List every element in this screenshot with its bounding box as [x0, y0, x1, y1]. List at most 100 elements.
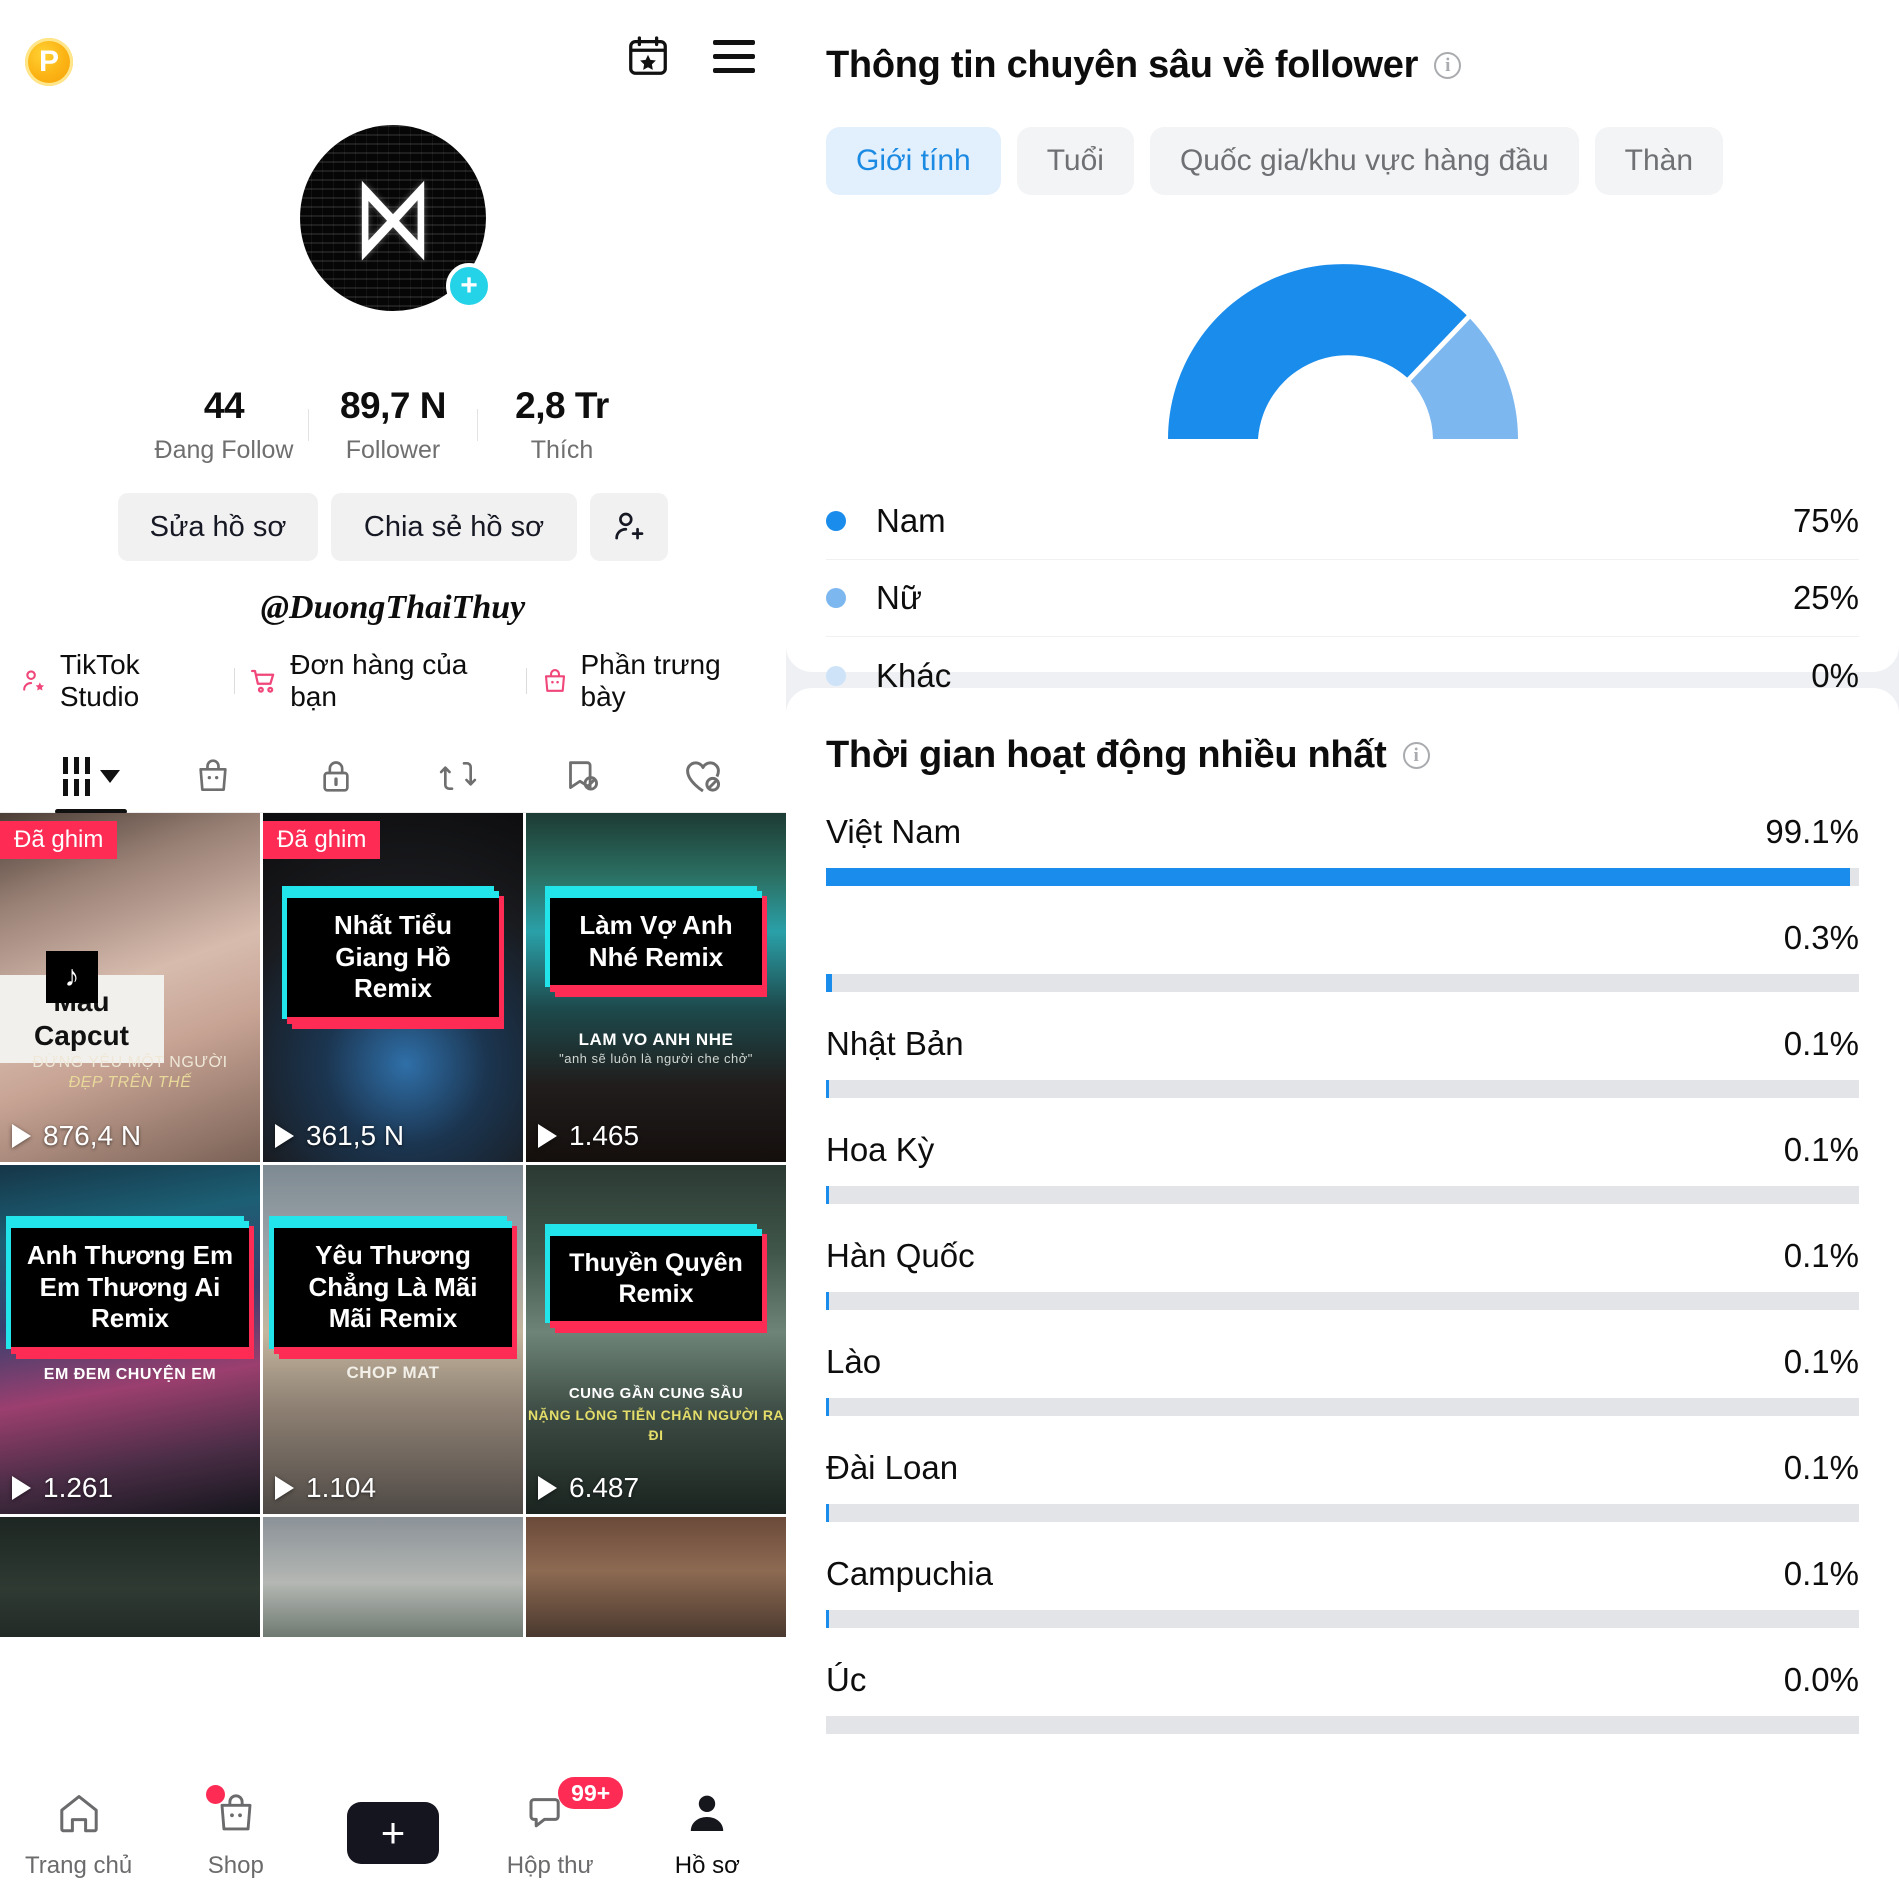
- tab-gender[interactable]: Giới tính: [826, 127, 1001, 195]
- nav-label: Hồ sơ: [674, 1851, 740, 1879]
- video-title: Làm Vợ Anh Nhé Remix: [550, 891, 762, 993]
- tab-top-countries[interactable]: Quốc gia/khu vực hàng đầu: [1149, 127, 1579, 195]
- video-thumbnail[interactable]: Đã ghim ♪ Mẫu Capcut ĐỪNG YÊU MỘT NGƯỜI …: [0, 813, 260, 1162]
- gauge-slice-nam: [1167, 264, 1467, 439]
- video-thumbnail[interactable]: [263, 1517, 523, 1637]
- add-friend-button[interactable]: [590, 493, 668, 561]
- bookmark-hidden-icon: [568, 761, 598, 791]
- legend-dot: [826, 588, 846, 608]
- stat-following[interactable]: 44 Đang Follow: [140, 385, 308, 465]
- legend-item-nu: Nữ 25%: [826, 560, 1859, 637]
- country-value: 0.1%: [1783, 1131, 1859, 1168]
- bar-track: [826, 1504, 1859, 1522]
- link-your-orders[interactable]: Đơn hàng của bạn: [235, 649, 525, 713]
- share-profile-button[interactable]: Chia sẻ hồ sơ: [331, 493, 577, 561]
- link-tiktok-studio[interactable]: TikTok Studio: [6, 649, 234, 713]
- stat-label: Follower: [345, 436, 441, 464]
- country-row: 0.3%: [826, 919, 1859, 992]
- country-row: Việt Nam 99.1%: [826, 813, 1859, 886]
- view-count-value: 6.487: [569, 1472, 640, 1503]
- profile-handle[interactable]: @DuongThaiThuy: [0, 589, 786, 627]
- tab-private[interactable]: [293, 740, 379, 812]
- tab-shop[interactable]: [170, 740, 256, 812]
- analytics-panel: Thông tin chuyên sâu về follower i Giới …: [786, 0, 1899, 1899]
- country-value: 0.3%: [1783, 919, 1859, 956]
- video-thumbnail[interactable]: Làm Vợ Anh Nhé Remix LAM VO ANH NHE "anh…: [526, 813, 786, 1162]
- bar-track: [826, 1080, 1859, 1098]
- profile-actions: Sửa hồ sơ Chia sẻ hồ sơ: [0, 493, 786, 561]
- tab-repost[interactable]: [415, 740, 501, 812]
- country-value: 0.0%: [1783, 1661, 1859, 1698]
- country-row: Đài Loan 0.1%: [826, 1449, 1859, 1522]
- link-label: Phần trưng bày: [580, 649, 721, 712]
- nav-item-create[interactable]: +: [318, 1802, 468, 1864]
- avatar[interactable]: ⋈ +: [300, 125, 492, 311]
- thumbnail-image: [0, 1517, 260, 1637]
- profile-quick-links: TikTok Studio Đơn hàng của bạn Phần trưn…: [0, 649, 786, 713]
- info-circle-icon[interactable]: i: [1434, 52, 1462, 79]
- thumbnail-image: [526, 1517, 786, 1637]
- tab-age[interactable]: Tuổi: [1016, 127, 1134, 195]
- video-thumbnail[interactable]: [526, 1517, 786, 1637]
- legend-label: Nữ: [876, 579, 922, 616]
- legend-value: 75%: [1792, 502, 1859, 539]
- nav-item-inbox[interactable]: 99+ Hộp thư: [475, 1776, 625, 1880]
- gender-legend: Nam 75% Nữ 25% Khác 0%: [826, 483, 1859, 714]
- thumbnail-image: [526, 1165, 786, 1514]
- bar-fill: [826, 868, 1850, 886]
- topbar-actions: [622, 30, 760, 82]
- bar-fill: [826, 1292, 829, 1310]
- activity-title: Thời gian hoạt động nhiều nhất i: [826, 734, 1859, 777]
- nav-item-profile[interactable]: Hồ sơ: [632, 1787, 782, 1880]
- sidebar-item-grid-tab[interactable]: [48, 740, 134, 814]
- info-circle-icon[interactable]: i: [1402, 742, 1430, 769]
- coin-badge-icon[interactable]: P: [25, 38, 73, 86]
- video-thumbnail[interactable]: [0, 1517, 260, 1637]
- home-icon: [55, 1787, 103, 1839]
- bar-fill: [826, 1080, 829, 1098]
- tab-saved[interactable]: [538, 740, 624, 812]
- bar-fill: [826, 1610, 829, 1628]
- bar-track: [826, 1716, 1859, 1734]
- profile-stats: 44 Đang Follow 89,7 N Follower 2,8 Tr Th…: [0, 385, 786, 465]
- video-subcaption: EM ĐEM CHUYỆN EM: [43, 1366, 217, 1383]
- create-plus-icon[interactable]: +: [338, 1802, 447, 1864]
- legend-label: Nam: [876, 502, 946, 539]
- notification-dot: [205, 1784, 225, 1804]
- calendar-star-icon[interactable]: [622, 30, 674, 82]
- country-value: 0.1%: [1783, 1555, 1859, 1592]
- country-row: Hàn Quốc 0.1%: [826, 1237, 1859, 1310]
- view-count-value: 361,5 N: [306, 1120, 405, 1151]
- tab-cities[interactable]: Thàn: [1594, 127, 1724, 195]
- view-count: 876,4 N: [12, 1120, 141, 1152]
- video-thumbnail[interactable]: Thuyền Quyên Remix CUNG GẦN CUNG SẦU NẶN…: [526, 1165, 786, 1514]
- country-value: 0.1%: [1783, 1237, 1859, 1274]
- edit-profile-button[interactable]: Sửa hồ sơ: [118, 493, 318, 561]
- bar-track: [826, 974, 1859, 992]
- shopping-bag-icon: [199, 759, 228, 791]
- play-icon: [538, 1476, 557, 1500]
- video-title: Anh Thương Em Em Thương Ai Remix: [11, 1221, 249, 1355]
- hamburger-menu-icon[interactable]: [708, 30, 760, 82]
- video-thumbnail[interactable]: Anh Thương Em Em Thương Ai Remix EM ĐEM …: [0, 1165, 260, 1514]
- video-subcaption: CHOP MAT: [346, 1363, 440, 1382]
- stat-likes[interactable]: 2,8 Tr Thích: [478, 385, 646, 465]
- nav-label: Hộp thư: [506, 1851, 594, 1879]
- link-label: TikTok Studio: [59, 649, 140, 712]
- legend-value: 25%: [1792, 579, 1859, 616]
- play-icon: [12, 1124, 31, 1148]
- add-avatar-button[interactable]: +: [446, 263, 492, 309]
- bar-track: [826, 1292, 1859, 1310]
- bar-fill: [826, 1398, 829, 1416]
- nav-item-shop[interactable]: Shop: [161, 1784, 311, 1880]
- country-row: Úc 0.0%: [826, 1661, 1859, 1734]
- play-icon: [12, 1476, 31, 1500]
- link-showcase[interactable]: Phần trưng bày: [527, 649, 780, 713]
- tab-liked[interactable]: [660, 740, 746, 812]
- view-count: 1.104: [275, 1472, 376, 1504]
- video-thumbnail[interactable]: Đã ghim Nhất Tiểu Giang Hồ Remix 361,5 N: [263, 813, 523, 1162]
- nav-item-home[interactable]: Trang chủ: [4, 1787, 154, 1880]
- stat-followers[interactable]: 89,7 N Follower: [309, 385, 477, 465]
- bar-fill: [826, 1504, 829, 1522]
- video-thumbnail[interactable]: Yêu Thương Chẳng Là Mãi Mãi Remix CHOP M…: [263, 1165, 523, 1514]
